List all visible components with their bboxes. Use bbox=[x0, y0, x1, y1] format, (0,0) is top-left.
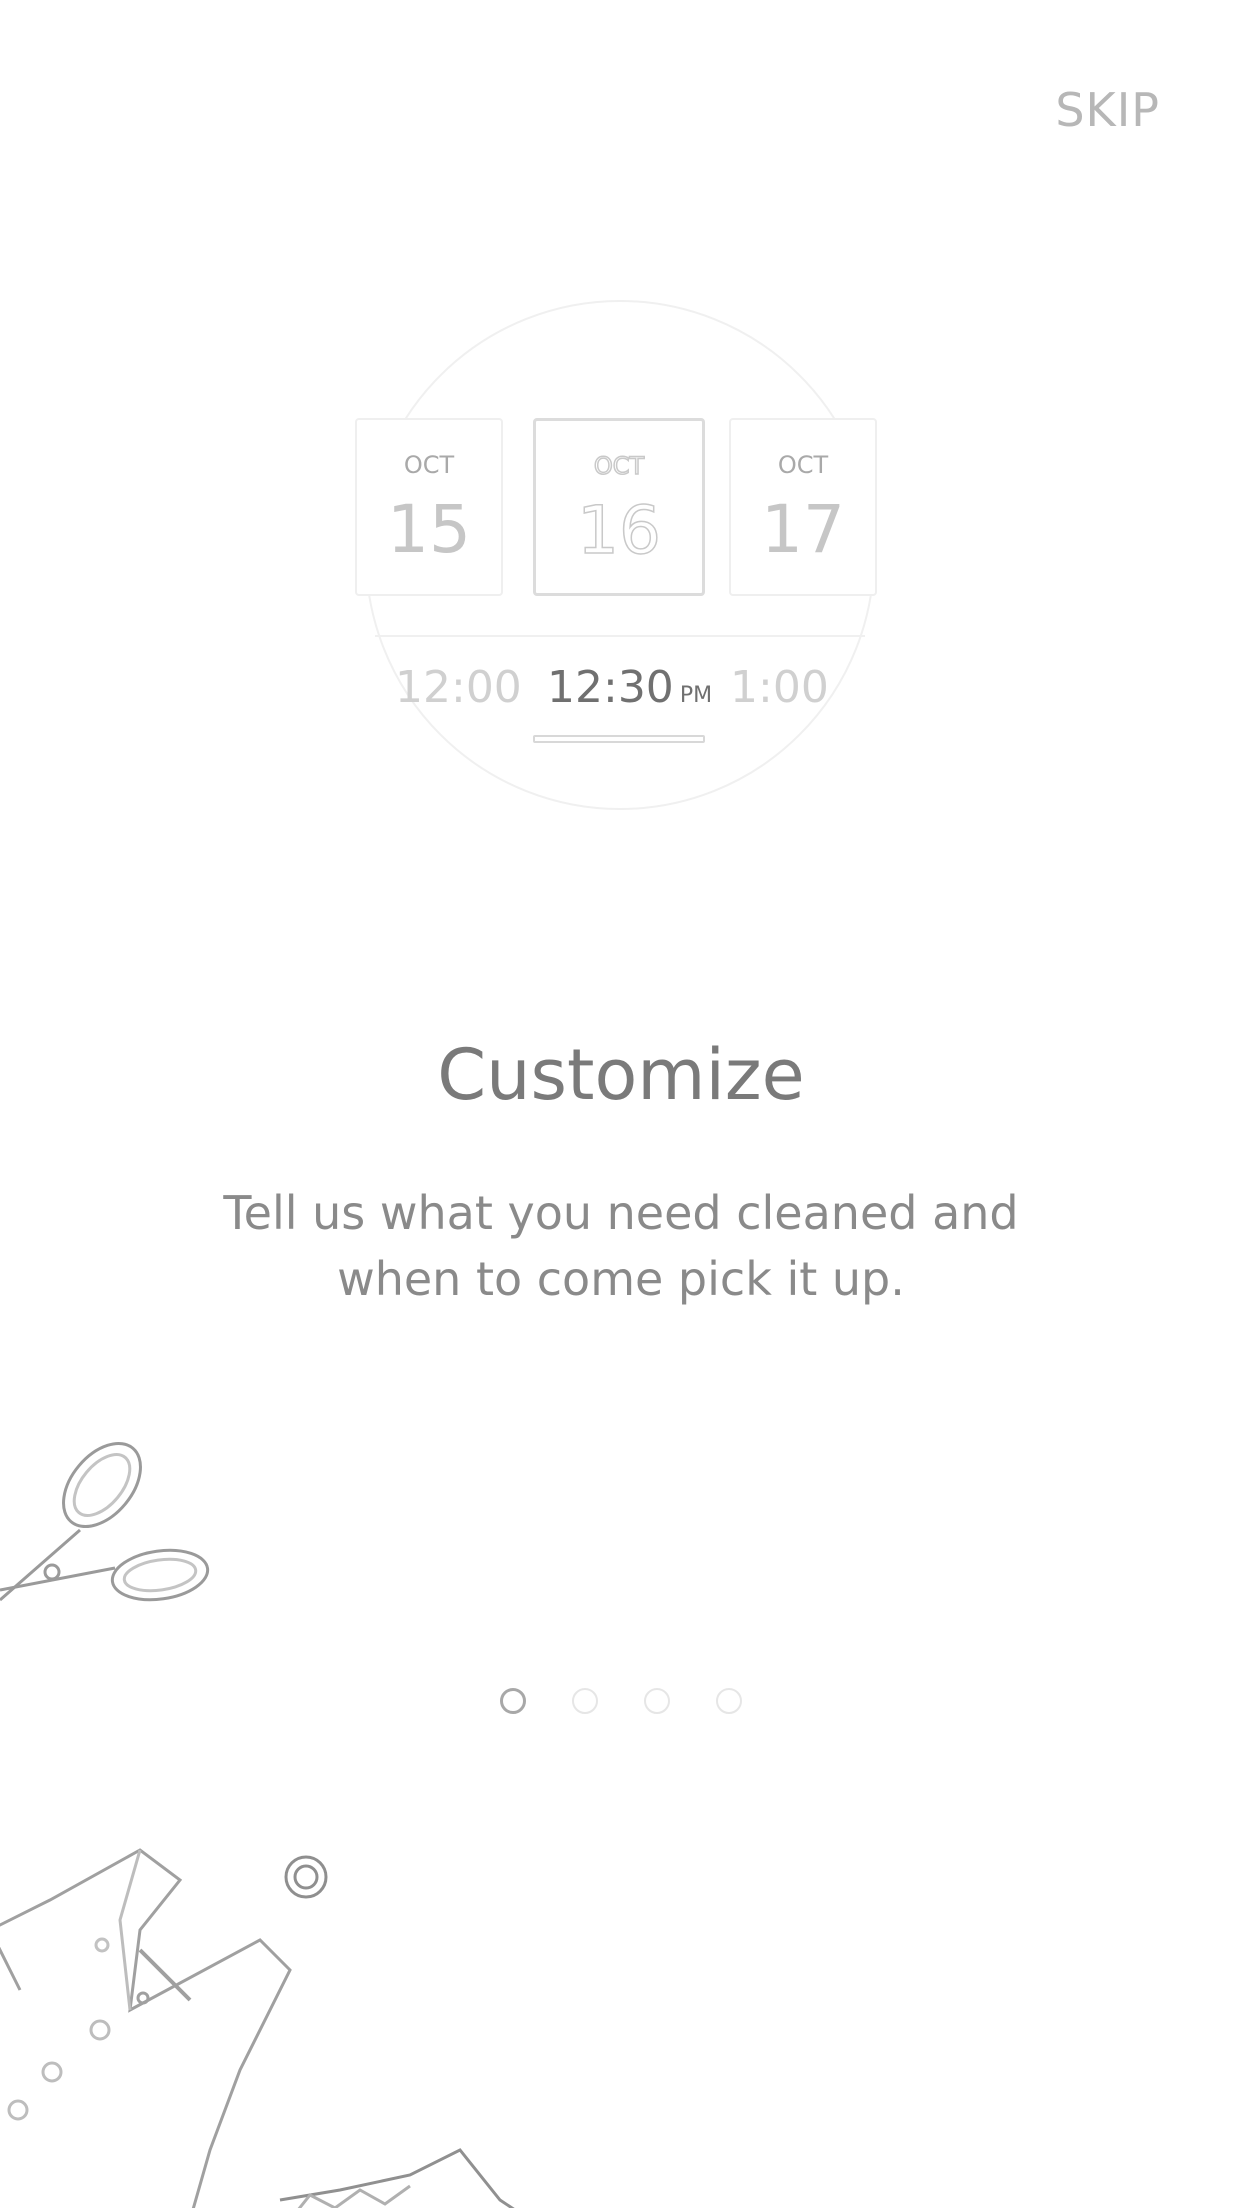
date-month: OCT bbox=[403, 451, 455, 479]
date-day: 16 bbox=[576, 492, 661, 570]
description-line: Tell us what you need cleaned and bbox=[223, 1186, 1019, 1240]
time-option-1-00: 1:00 bbox=[730, 658, 829, 718]
date-card-oct-15: OCT 15 bbox=[355, 418, 503, 596]
page-title: Customize bbox=[437, 1034, 805, 1116]
time-option-12-00: 12:00 bbox=[395, 658, 522, 718]
page-indicator bbox=[500, 1688, 750, 1714]
scissors-icon bbox=[0, 1441, 210, 1602]
time-option-12-30: 12:30 PM bbox=[547, 658, 712, 718]
page-description: Tell us what you need cleaned and when t… bbox=[160, 1180, 1082, 1312]
description-line: when to come pick it up. bbox=[337, 1252, 905, 1306]
date-month: OCT bbox=[777, 451, 829, 479]
picker-divider bbox=[375, 635, 865, 637]
shirt-icon bbox=[0, 1848, 515, 2208]
time-label: 12:00 bbox=[395, 662, 522, 713]
time-suffix: PM bbox=[679, 683, 713, 708]
page-dot-2[interactable] bbox=[572, 1688, 598, 1714]
date-day: 17 bbox=[761, 491, 845, 568]
time-label: 12:30 bbox=[547, 662, 674, 713]
schedule-illustration: OCT 15 OCT 16 OCT 17 12:00 12:30 PM 1:00 bbox=[355, 300, 877, 810]
page-dot-3[interactable] bbox=[644, 1688, 670, 1714]
date-day: 15 bbox=[387, 491, 471, 568]
skip-button[interactable]: SKIP bbox=[1040, 80, 1160, 140]
date-card-oct-16: OCT 16 bbox=[533, 418, 705, 596]
time-label: 1:00 bbox=[730, 662, 829, 713]
date-card-oct-17: OCT 17 bbox=[729, 418, 877, 596]
date-month: OCT bbox=[593, 451, 645, 481]
page-dot-4[interactable] bbox=[716, 1688, 742, 1714]
time-selection-indicator bbox=[533, 735, 705, 743]
page-dot-1[interactable] bbox=[500, 1688, 526, 1714]
onboarding-screen: SKIP OCT 15 OCT 16 OCT 17 12:00 12:30 PM … bbox=[0, 0, 1242, 2208]
